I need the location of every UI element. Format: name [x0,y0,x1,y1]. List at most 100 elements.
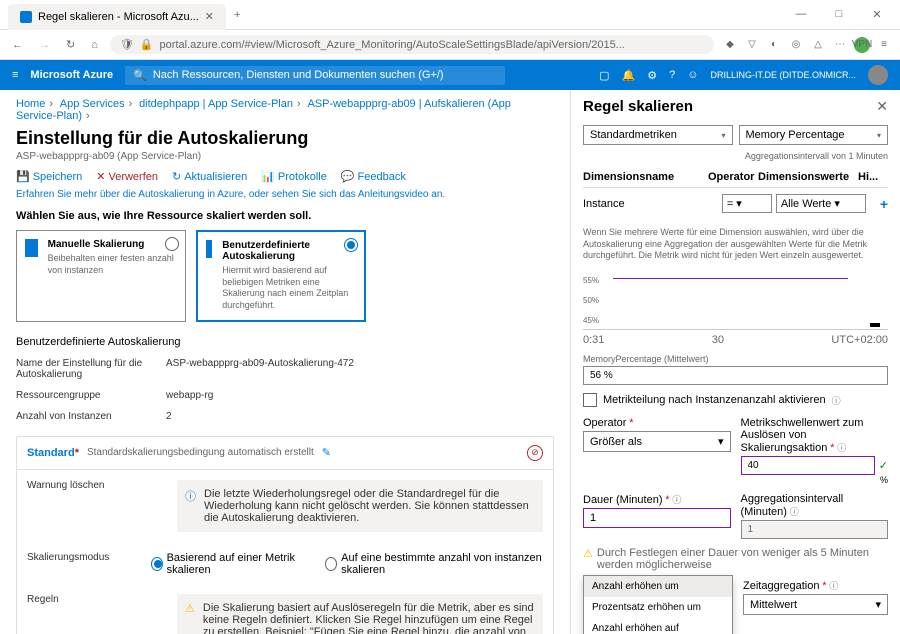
help-icon[interactable]: ? [669,69,675,81]
feedback-icon[interactable]: ☺ [687,69,698,81]
nav-back-icon[interactable]: ← [8,37,27,53]
close-icon[interactable]: ✕ [876,98,888,115]
search-placeholder: Nach Ressourcen, Diensten und Dokumenten… [153,69,444,81]
cloudshell-icon[interactable]: ▢ [599,69,609,82]
multi-desc: Wenn Sie mehrere Werte für eine Dimensio… [583,227,888,262]
ext-icon[interactable]: △ [810,37,826,53]
radio-count[interactable]: Auf eine bestimmte anzahl von instanzen … [325,552,543,576]
dur-label: Dauer (Minuten) [583,494,662,506]
browser-titlebar: Regel skalieren - Microsoft Azu... ✕ + ―… [0,0,900,30]
notifications-icon[interactable]: 🔔 [622,69,636,82]
browser-tab[interactable]: Regel skalieren - Microsoft Azu... ✕ [8,4,226,30]
timeagg-label: Zeitaggregation [743,580,819,592]
vpn-badge[interactable]: VPN [854,37,870,53]
duration-input[interactable]: 1 [583,508,731,528]
manual-icon [25,239,38,257]
dd-item[interactable]: Anzahl erhöhen auf [584,618,732,634]
hamburger-icon[interactable]: ≡ [12,69,18,81]
rules-msg: Die Skalierung basiert auf Auslöseregeln… [203,602,535,634]
info-icon[interactable]: ⓘ [672,495,681,505]
dim-val-select[interactable]: Alle Werte▾ [776,194,866,213]
card-title: Benutzerdefinierte Autoskalierung [222,240,356,262]
tab-title: Regel skalieren - Microsoft Azu... [38,11,199,23]
radio-metric[interactable]: Basierend auf einer Metrik skalieren [151,552,310,576]
radio-icon [344,238,358,252]
shield-icon: 🛡 [120,38,134,51]
scale-condition-panel: Standard* Standardskalierungsbedingung a… [16,436,554,634]
window-minimize[interactable]: ― [786,8,816,21]
metric-split-checkbox[interactable] [583,393,597,407]
user-account[interactable]: DRILLING-IT.DE (DITDE.ONMICR... [710,70,856,80]
col-values: Dimensionswerte [758,171,858,183]
url-text: portal.azure.com/#view/Microsoft_Azure_M… [160,39,625,51]
inst-value: 2 [166,411,172,422]
logs-button[interactable]: 📊Protokolle [261,170,327,183]
window-maximize[interactable]: □ [824,8,854,21]
save-button[interactable]: 💾Speichern [16,170,82,183]
info-icon[interactable]: ⓘ [832,394,841,407]
edit-icon[interactable]: ✎ [322,446,331,459]
rules-label: Regeln [27,594,177,634]
threshold-input[interactable] [741,456,875,475]
ext-icon[interactable]: ◎ [788,37,804,53]
info-icon[interactable]: ⓘ [829,581,838,591]
x-tick: UTC+02:00 [831,334,888,346]
settings-icon[interactable]: ⚙ [647,69,657,82]
warn-msg: Die letzte Wiederholungsregel oder die S… [204,488,535,524]
metric-source-select[interactable]: Standardmetriken▾ [583,125,733,145]
op-label: Operator [583,417,626,429]
dim-op-select[interactable]: =▾ [722,194,772,213]
card-custom-autoscaling[interactable]: Benutzerdefinierte Autoskalierung Hiermi… [196,230,366,322]
ext-icon[interactable]: ◆ [722,37,738,53]
tab-close-icon[interactable]: ✕ [205,10,214,23]
ext-icon[interactable]: ◐ [766,37,782,53]
panel-title: Regel skalieren [583,98,693,115]
metric-name-select[interactable]: Memory Percentage▾ [739,125,889,145]
lock-icon: 🔒 [140,38,154,51]
nav-home-icon[interactable]: ⌂ [87,37,102,53]
x-tick: 0:31 [583,334,604,346]
timeagg-select[interactable]: Mittelwert▾ [743,594,888,615]
menu-icon[interactable]: ≡ [876,37,892,53]
ext-icon[interactable]: ⋯ [832,37,848,53]
chk-label: Metrikteilung nach Instanzenanzahl aktiv… [603,394,826,406]
new-tab-button[interactable]: + [234,9,240,21]
main-content: Home› App Services› ditdephpapp | App Se… [0,90,570,634]
operator-select[interactable]: Größer als▾ [583,431,731,452]
panel-subtitle: Standardskalierungsbedingung automatisch… [87,447,314,458]
scale-rule-panel: Regel skalieren ✕ Standardmetriken▾ Memo… [570,90,900,634]
avatar[interactable] [868,65,888,85]
mp-label: MemoryPercentage (Mittelwert) [583,354,888,364]
logs-icon: 📊 [261,170,275,183]
azure-search[interactable]: 🔍 Nach Ressourcen, Diensten und Dokument… [125,66,505,85]
breadcrumb: Home› App Services› ditdephpapp | App Se… [16,98,554,122]
choose-label: Wählen Sie aus, wie Ihre Ressource skali… [16,210,554,222]
delete-icon[interactable]: ⊘ [527,445,543,461]
crumb-appservices[interactable]: App Services [60,98,125,110]
dd-item[interactable]: Anzahl erhöhen um [584,576,732,597]
toolbar: 💾Speichern ✕Verwerfen ↻Aktualisieren 📊Pr… [16,170,554,183]
warning-icon: ⚠ [583,547,593,571]
ext-icon[interactable]: ▽ [744,37,760,53]
discard-button[interactable]: ✕Verwerfen [96,170,158,183]
info-icon[interactable]: ⓘ [790,507,799,517]
window-close[interactable]: ✕ [862,8,892,21]
warning-icon: ⚠ [185,602,195,634]
crumb-plan[interactable]: ditdephpapp | App Service-Plan [139,98,293,110]
dd-item[interactable]: Prozentsatz erhöhen um [584,597,732,618]
add-dimension-icon[interactable]: + [880,196,888,212]
nav-forward-icon: → [35,37,54,53]
inst-label: Anzahl von Instanzen [16,411,166,422]
info-icon[interactable]: ⓘ [837,443,846,453]
card-manual-scaling[interactable]: Manuelle Skalierung Beibehalten einer fe… [16,230,186,322]
form-header: Benutzerdefinierte Autoskalierung [16,336,554,348]
feedback-icon: 💬 [341,170,355,183]
info-line: Erfahren Sie mehr über die Autoskalierun… [16,189,554,200]
url-field[interactable]: 🛡 🔒 portal.azure.com/#view/Microsoft_Azu… [110,35,714,54]
feedback-button[interactable]: 💬Feedback [341,170,406,183]
dim-name: Instance [583,198,718,210]
azure-logo[interactable]: Microsoft Azure [30,69,113,81]
nav-refresh-icon[interactable]: ↻ [62,36,79,53]
crumb-home[interactable]: Home [16,98,45,110]
refresh-button[interactable]: ↻Aktualisieren [172,170,247,183]
